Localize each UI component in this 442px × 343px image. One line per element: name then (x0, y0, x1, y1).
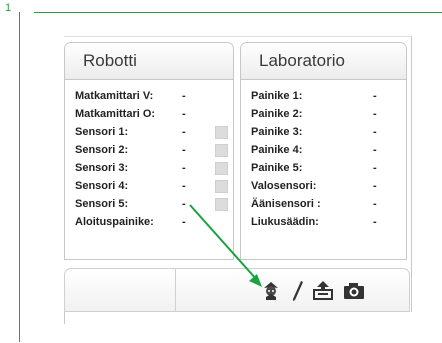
robot-sensor-indicator (215, 198, 228, 211)
lab-input-label: Painike 4: (251, 144, 303, 156)
lab-input-list: Painike 1: - Painike 2: - Painike 3: - Painike… (241, 80, 406, 232)
lab-input-row: Painike 3: - (241, 124, 406, 142)
robot-sensor-indicator (215, 180, 228, 193)
lab-input-value: - (373, 198, 377, 210)
lab-input-value: - (373, 216, 377, 228)
lab-input-value: - (373, 180, 377, 192)
toolbar-divider (175, 269, 176, 311)
lab-input-label: Painike 5: (251, 162, 303, 174)
robot-sensor-label: Sensori 5: (75, 198, 129, 210)
upload-icon[interactable] (312, 279, 334, 301)
camera-icon[interactable] (342, 279, 364, 301)
lab-panel: Laboratorio Painike 1: - Painike 2: - Painik… (240, 42, 407, 260)
robot-sensor-value: - (182, 180, 186, 192)
lab-input-label: Valosensori: (251, 180, 317, 192)
step-horizontal-line (34, 12, 442, 13)
robot-sensor-row: Sensori 2: - (65, 142, 233, 160)
lab-input-value: - (373, 144, 377, 156)
pencil-icon[interactable] (287, 279, 309, 301)
lab-input-row: Painike 4: - (241, 142, 406, 160)
robot-sensor-value: - (182, 90, 186, 102)
step-number: 1 (5, 2, 12, 14)
step-vertical-line (19, 12, 20, 342)
robot-sensor-value: - (182, 198, 186, 210)
robot-sensor-value: - (182, 216, 186, 228)
robot-sensor-label: Sensori 1: (75, 126, 129, 138)
lab-input-row: Painike 5: - (241, 160, 406, 178)
lab-input-label: Painike 1: (251, 90, 303, 102)
robot-sensor-indicator (215, 144, 228, 157)
robot-sensor-indicator (215, 126, 228, 139)
sprite-icon[interactable] (260, 279, 282, 301)
lab-input-row: Painike 1: - (241, 88, 406, 106)
robot-sensor-value: - (182, 144, 186, 156)
robot-sensor-row: Matkamittari O: - (65, 106, 233, 124)
lab-input-label: Painike 2: (251, 108, 303, 120)
lab-input-label: Painike 3: (251, 126, 303, 138)
robot-sensor-label: Sensori 4: (75, 180, 129, 192)
lab-input-value: - (373, 126, 377, 138)
robot-sensor-indicator (215, 162, 228, 175)
robot-sensor-row: Matkamittari V: - (65, 88, 233, 106)
robot-sensor-list: Matkamittari V: - Matkamittari O: - Sensori … (65, 80, 233, 232)
robot-sensor-value: - (182, 162, 186, 174)
robot-sensor-label: Matkamittari V: (75, 90, 154, 102)
container-right-line (411, 36, 412, 312)
robot-sensor-label: Sensori 2: (75, 144, 129, 156)
robot-sensor-row: Aloituspainike: - (65, 214, 233, 232)
lab-input-value: - (373, 108, 377, 120)
lab-input-value: - (373, 162, 377, 174)
sprite-toolbar (64, 268, 410, 312)
robot-panel-title: Robotti (65, 43, 233, 80)
robot-sensor-label: Aloituspainike: (75, 216, 154, 228)
lab-input-row: Painike 2: - (241, 106, 406, 124)
lab-input-value: - (373, 90, 377, 102)
robot-sensor-row: Sensori 1: - (65, 124, 233, 142)
robot-sensor-label: Matkamittari O: (75, 108, 156, 120)
robot-sensor-value: - (182, 126, 186, 138)
lab-input-row: Valosensori: - (241, 178, 406, 196)
robot-sensor-row: Sensori 3: - (65, 160, 233, 178)
lab-input-row: Liukusäädin: - (241, 214, 406, 232)
robot-sensor-value: - (182, 108, 186, 120)
robot-sensor-row: Sensori 4: - (65, 178, 233, 196)
lab-input-label: Liukusäädin: (251, 216, 319, 228)
lab-input-row: Äänisensori : - (241, 196, 406, 214)
lab-input-label: Äänisensori : (251, 198, 321, 210)
robot-sensor-row: Sensori 5: - (65, 196, 233, 214)
robot-sensor-label: Sensori 3: (75, 162, 129, 174)
lab-panel-title: Laboratorio (241, 43, 406, 80)
container-top-line (64, 36, 412, 37)
robot-panel: Robotti Matkamittari V: - Matkamittari O: -… (64, 42, 234, 260)
